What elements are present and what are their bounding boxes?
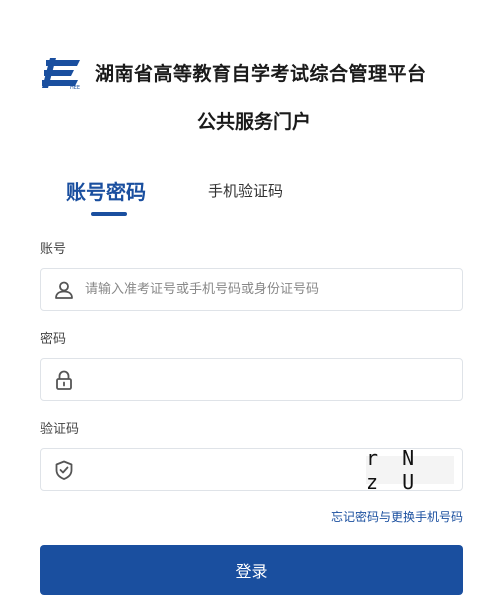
forgot-password-link[interactable]: 忘记密码与更换手机号码 [331, 508, 463, 525]
shield-check-icon [55, 460, 73, 480]
captcha-label: 验证码 [40, 422, 80, 437]
active-tab-indicator [91, 212, 127, 216]
account-field[interactable] [40, 268, 463, 311]
portal-subtitle: 公共服务门户 [196, 111, 311, 133]
captcha-field[interactable]: r N z U [40, 446, 463, 494]
password-label: 密码 [40, 332, 67, 347]
password-input[interactable] [85, 359, 385, 400]
captcha-input[interactable] [85, 449, 345, 490]
tab-account-password[interactable]: 账号密码 [66, 176, 146, 205]
account-label: 账号 [40, 242, 67, 257]
login-button[interactable]: 登录 [40, 545, 463, 595]
header: HEE 湖南省高等教育自学考试综合管理平台 公共服务门户 [0, 0, 504, 150]
svg-text:HEE: HEE [70, 85, 80, 90]
platform-title: 湖南省高等教育自学考试综合管理平台 [95, 63, 427, 85]
captcha-image[interactable]: r N z U [366, 446, 454, 494]
tab-sms-code[interactable]: 手机验证码 [208, 180, 283, 201]
account-input[interactable] [85, 269, 385, 310]
exam-authority-logo-icon: HEE [42, 58, 80, 90]
login-tabs: 账号密码 手机验证码 [0, 170, 504, 220]
user-icon [55, 281, 73, 299]
lock-icon [56, 370, 72, 390]
password-field[interactable] [40, 358, 463, 401]
